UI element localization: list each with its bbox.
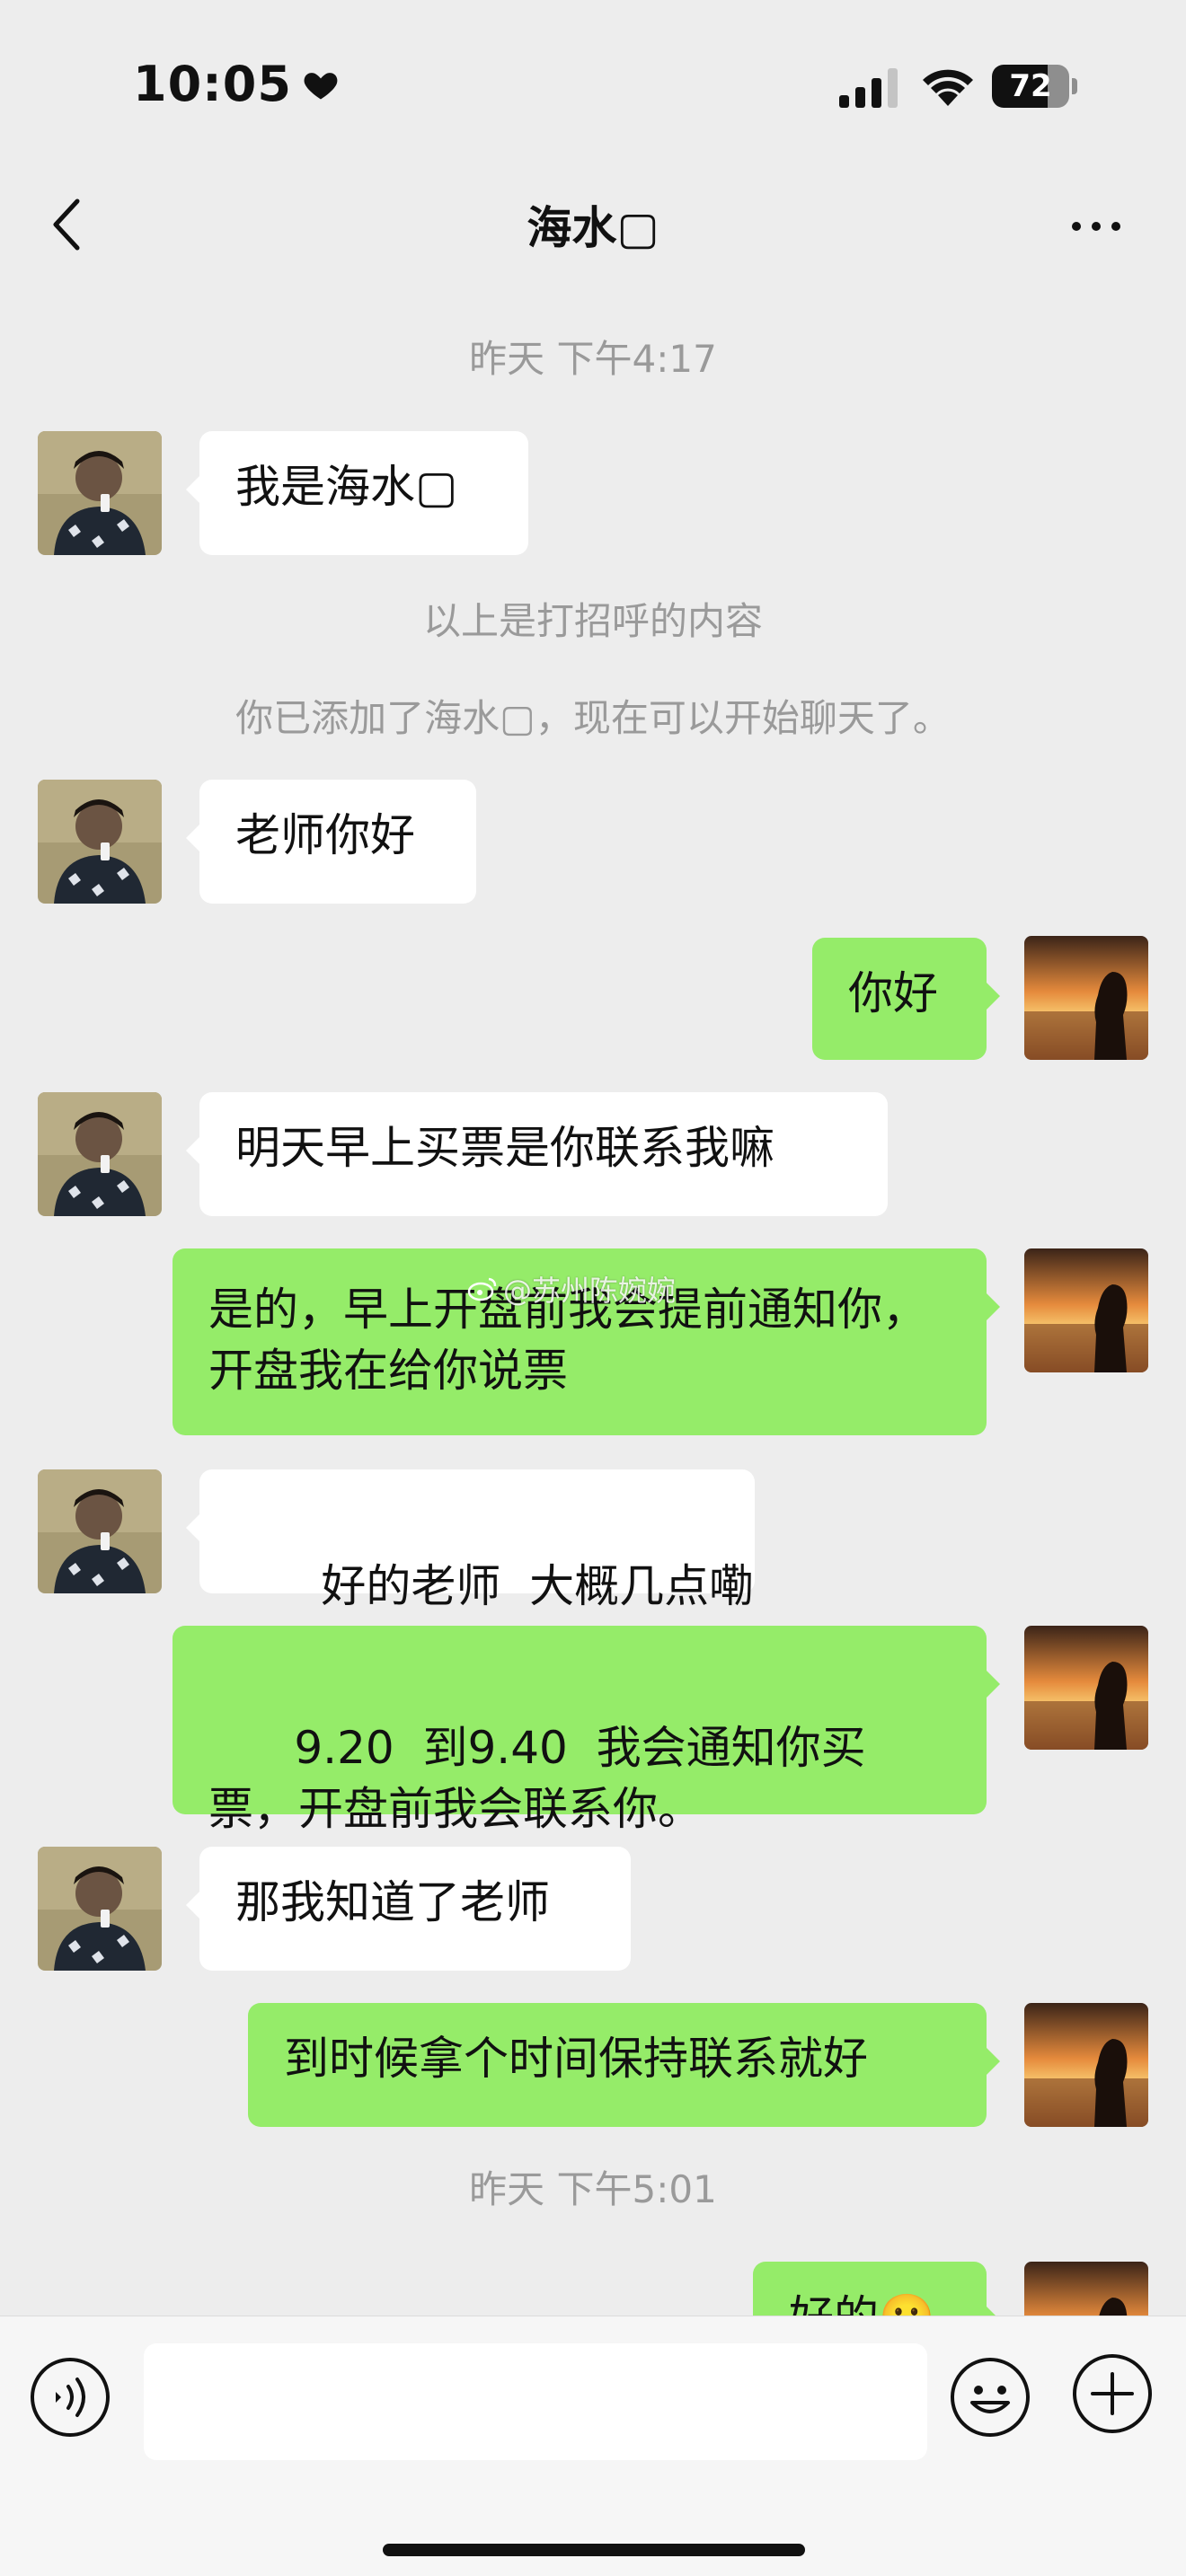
outgoing-message[interactable]: 到时候拿个时间保持联系就好: [248, 2003, 1000, 2127]
message-text: 好的🙂: [789, 2291, 934, 2316]
emoji-button[interactable]: [949, 2356, 1031, 2439]
watermark-text: @苏州陈婉婉: [503, 1274, 677, 1308]
input-bar: [0, 2316, 1186, 2576]
contact-avatar[interactable]: [38, 1092, 162, 1216]
incoming-message[interactable]: 好的老师 大概几点嘞: [186, 1469, 755, 1612]
message-text: 老师你好: [235, 809, 415, 861]
my-avatar[interactable]: [1024, 2262, 1148, 2316]
timestamp: 昨天 下午4:17: [469, 337, 717, 381]
my-avatar[interactable]: [1024, 1248, 1148, 1372]
outgoing-message[interactable]: 好的🙂: [753, 2262, 1000, 2316]
nav-bar: 海水▢: [0, 162, 1186, 287]
incoming-message[interactable]: 老师你好: [186, 780, 476, 904]
more-dot: [1111, 222, 1120, 231]
battery-percent: 72: [1009, 68, 1052, 104]
chat-title: 海水▢: [527, 202, 659, 254]
contact-avatar[interactable]: [38, 431, 162, 555]
clock: 10:05: [133, 56, 292, 112]
message-text: 我是海水▢: [235, 461, 458, 513]
chevron-left-icon: [53, 198, 80, 251]
contact-avatar[interactable]: [38, 780, 162, 904]
message-text: 到时候拿个时间保持联系就好: [284, 2033, 868, 2085]
incoming-message[interactable]: 明天早上买票是你联系我嘛: [186, 1092, 888, 1216]
message-text: 好的老师 大概几点嘞: [321, 1560, 755, 1612]
incoming-message[interactable]: 我是海水▢: [186, 431, 528, 555]
contact-avatar[interactable]: [38, 1469, 162, 1593]
message-list[interactable]: 昨天 下午4:17 我是海水▢ 以上是打招呼的内容 你已添加了海水▢，现在可以开…: [0, 287, 1186, 2316]
my-avatar[interactable]: [1024, 936, 1148, 1060]
cellular-signal-icon: [839, 68, 898, 108]
message-text: 明天早上买票是你联系我嘛: [235, 1122, 774, 1174]
more-dot: [1092, 222, 1101, 231]
weibo-icon: [467, 1277, 497, 1301]
watermark: @苏州陈婉婉: [467, 1268, 676, 1310]
my-avatar[interactable]: [1024, 1626, 1148, 1750]
chat-screen: 10:05 72 海水▢ 昨天 下午4:17 我是海水▢ 以上是打招呼的内容 你…: [0, 0, 1186, 2576]
more-dot: [1072, 222, 1081, 231]
voice-input-button[interactable]: [29, 2356, 111, 2439]
home-indicator[interactable]: [383, 2544, 805, 2556]
outgoing-message[interactable]: 9.20 到9.40 我会通知你买票，开盘前我会联系你。: [173, 1626, 1000, 1835]
add-attachment-button[interactable]: [1071, 2352, 1154, 2435]
my-avatar[interactable]: [1024, 2003, 1148, 2127]
wifi-icon: [923, 69, 973, 106]
system-note: 以上是打招呼的内容: [422, 599, 763, 643]
message-text: 你好: [848, 967, 938, 1019]
heart-icon: [304, 72, 338, 99]
status-time: 10:05: [133, 56, 341, 112]
system-note: 你已添加了海水▢，现在可以开始聊天了。: [235, 696, 951, 740]
timestamp: 昨天 下午5:01: [469, 2167, 717, 2211]
message-text: 9.20 到9.40 我会通知你买票，开盘前我会联系你。: [208, 1722, 866, 1835]
incoming-message[interactable]: 那我知道了老师: [186, 1847, 631, 1971]
outgoing-message[interactable]: 你好: [812, 938, 1000, 1060]
message-text: 那我知道了老师: [235, 1876, 550, 1928]
more-options-button[interactable]: [1060, 199, 1132, 253]
message-input[interactable]: [144, 2343, 927, 2460]
contact-avatar[interactable]: [38, 1847, 162, 1971]
battery-icon: 72: [992, 65, 1078, 108]
back-button[interactable]: [40, 189, 93, 260]
status-bar: 10:05 72: [0, 0, 1186, 162]
